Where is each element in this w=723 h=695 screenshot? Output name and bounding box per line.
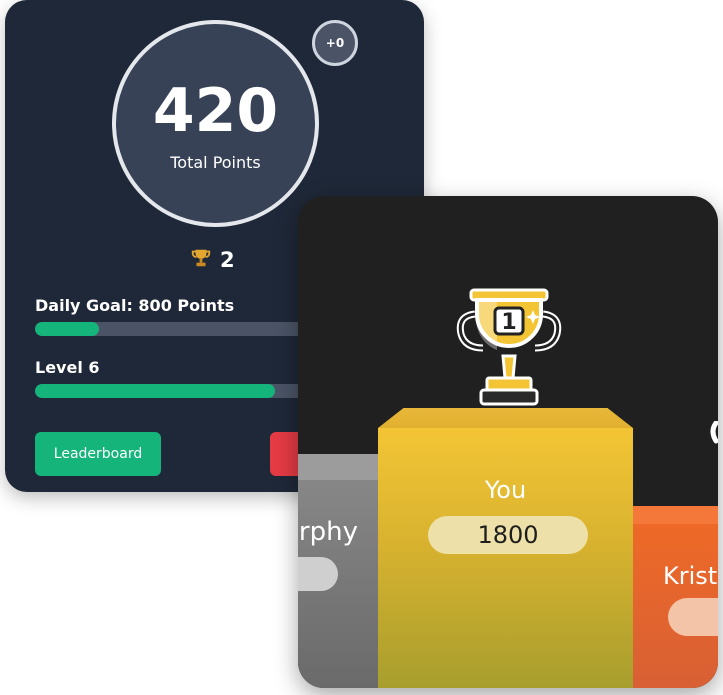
- podium-first-body: You 1800: [378, 428, 633, 688]
- total-points-label: Total Points: [170, 153, 261, 172]
- leaderboard-button[interactable]: Leaderboard: [35, 432, 161, 476]
- second-place-name: urphy: [298, 517, 358, 547]
- gold-trophy-icon: 1: [456, 288, 562, 406]
- trophy-rank-number: 1: [501, 310, 516, 335]
- trophy-count-row: 2: [190, 245, 235, 275]
- second-place-score-pill: [298, 557, 338, 591]
- third-place-score-pill: [668, 598, 718, 636]
- daily-goal-progress-fill: [35, 322, 99, 336]
- trophy-count: 2: [220, 248, 235, 272]
- first-place-score: 1800: [428, 516, 588, 554]
- total-points-value: 420: [152, 76, 279, 146]
- third-place-name: Krist: [663, 562, 718, 590]
- first-place-name: You: [484, 476, 527, 504]
- podium-third-place: Krist: [633, 506, 718, 688]
- trophy-icon: [190, 247, 212, 273]
- trophy-partial-icon: [710, 421, 718, 444]
- points-delta-badge: +0: [312, 20, 358, 66]
- podium-second-place: urphy: [298, 454, 378, 688]
- podium-second-top: [298, 454, 378, 480]
- level-progress-fill: [35, 384, 275, 398]
- daily-goal-label: Daily Goal: 800 Points: [35, 296, 235, 315]
- level-label: Level 6: [35, 358, 100, 377]
- total-points-circle: 420 Total Points: [112, 20, 319, 227]
- podium-card: urphy Krist You 1800 1: [298, 196, 718, 688]
- podium-third-top: [633, 506, 718, 524]
- podium-first-place: You 1800: [378, 408, 633, 688]
